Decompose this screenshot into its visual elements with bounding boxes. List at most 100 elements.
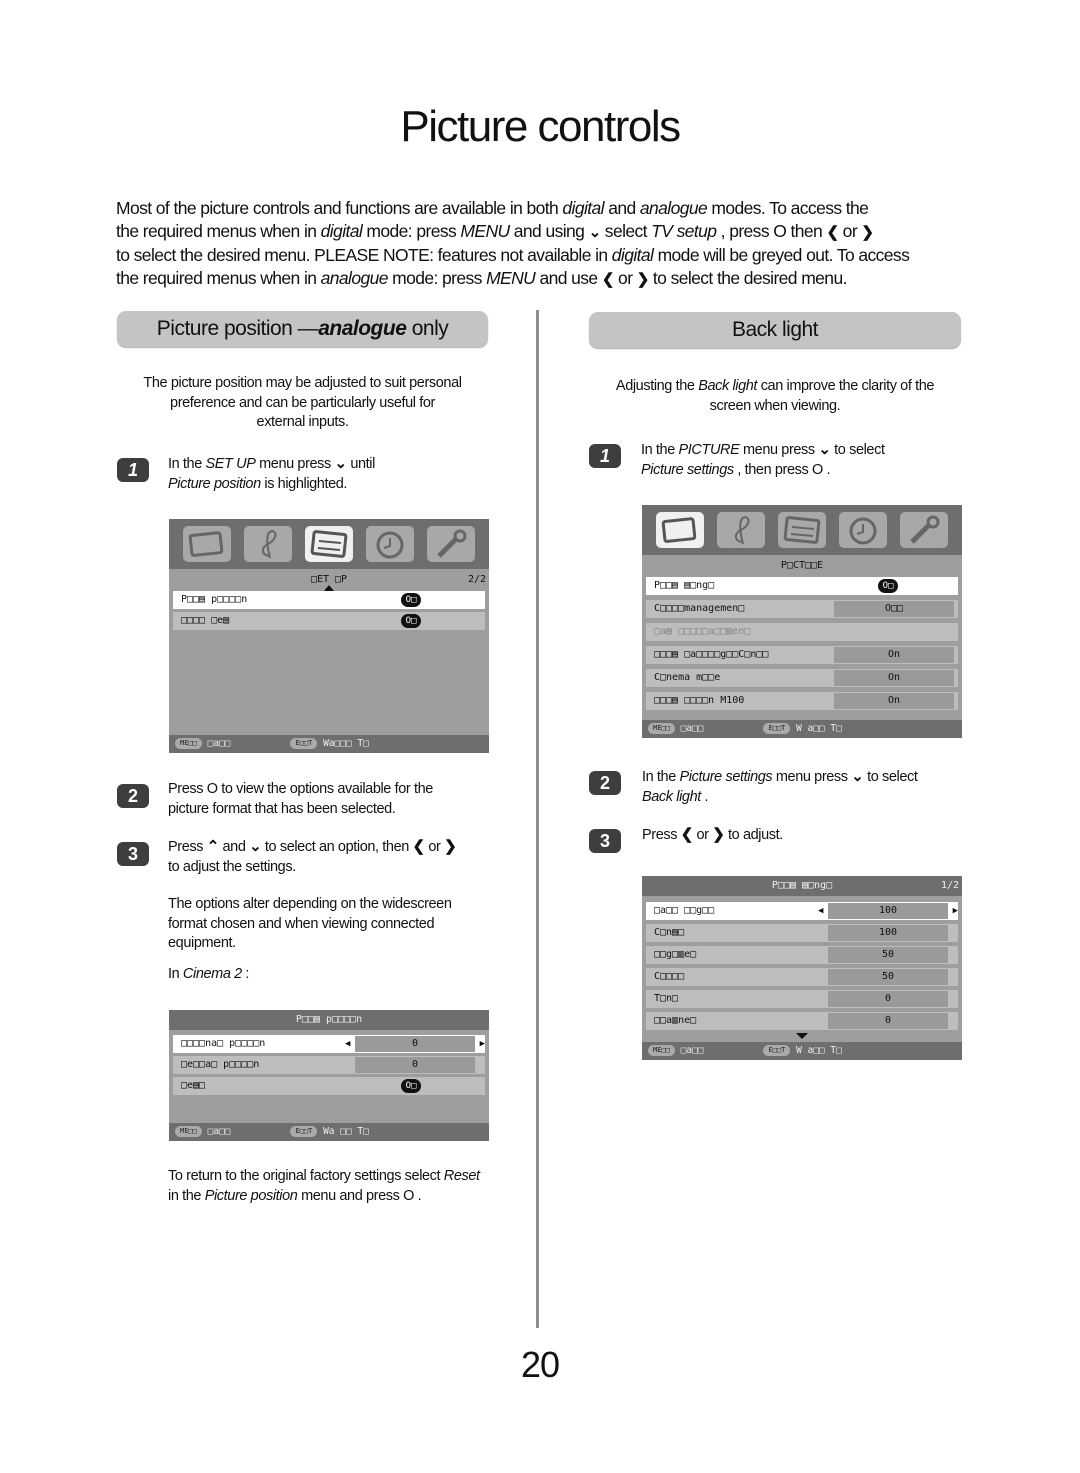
menu-row[interactable]: □□□▤ □□□□n M100 On: [646, 692, 958, 710]
picture-position-menu-screen: P□□▤ p□□□□n □□□□na□ p□□□□n ◀ 0 ▶ □e□□a□ p□□…: [169, 1010, 489, 1141]
menu-page-indicator: 2/2: [467, 574, 486, 585]
value-slider[interactable]: 50: [828, 969, 948, 985]
sound-treble-clef-icon[interactable]: [717, 512, 766, 548]
menu-row-colour[interactable]: C□□□□ 50: [646, 968, 958, 986]
menu-footer: ME□□ □a□□ E□□T Wa □□ T□: [169, 1123, 489, 1141]
left-arrow-icon: ❮: [680, 826, 694, 843]
menu-row-reset[interactable]: □e▤□ O□: [173, 1077, 485, 1095]
setup-sliders-icon[interactable]: [304, 526, 353, 562]
right-arrow-icon[interactable]: ▶: [480, 1036, 485, 1052]
settings-wrench-icon[interactable]: [426, 526, 475, 562]
menu-row-back-light[interactable]: □a□□ □□g□□ ◀ 100 ▶: [646, 902, 958, 920]
menu-footer: ME□□ □a□□ E□□T W a□□ T□: [642, 720, 962, 738]
menu-button-hint: ME□□: [648, 1045, 675, 1056]
step-2-text: In the Picture settings menu press ⌄ to …: [642, 768, 918, 805]
right-arrow-icon: ❯: [861, 224, 874, 241]
value-box[interactable]: O□□: [834, 601, 954, 617]
value-slider[interactable]: 0: [828, 991, 948, 1007]
picture-tv-icon[interactable]: [656, 512, 705, 548]
value-box[interactable]: On: [834, 670, 954, 686]
options-note: The options alter depending on the wides…: [168, 896, 452, 951]
menu-row-vertical-position[interactable]: □e□□a□ p□□□□n 0: [173, 1056, 485, 1074]
down-arrow-icon: ⌄: [818, 441, 831, 458]
section-heading-picture-position: Picture position —analogue only: [117, 311, 488, 347]
menu-row-cinema-mode[interactable]: C□nema m□□e On: [646, 669, 958, 687]
picture-tv-icon[interactable]: [183, 526, 232, 562]
reset-instructions: To return to the original factory settin…: [168, 1168, 480, 1204]
exit-button-hint: E□□T: [763, 1045, 791, 1056]
menu-icon-bar: [642, 505, 962, 555]
menu-row[interactable]: □□□▤ □a□□□□g□□C□n□□ On: [646, 646, 958, 664]
menu-button-hint: ME□□: [175, 738, 202, 749]
menu-page-indicator: 1/2: [940, 880, 959, 891]
down-arrow-icon: ⌄: [588, 224, 602, 241]
menu-title: P□□▤ ▤□ng□ 1/2: [642, 876, 962, 896]
right-arrow-icon: ❯: [636, 271, 650, 288]
menu-row-horizontal-position[interactable]: □□□□na□ p□□□□n ◀ 0 ▶: [173, 1035, 485, 1053]
enter-pill: O□: [878, 579, 898, 593]
back-light-slider[interactable]: ◀ 100 ▶: [818, 903, 958, 919]
step-badge-1: 1: [589, 444, 621, 468]
left-arrow-icon: ❮: [412, 838, 426, 855]
menu-row-disabled: □a▤ □□□□□a□□▥en□: [646, 623, 958, 641]
menu-row-picture-settings[interactable]: P□□▤ ▤□ng□ O□: [646, 577, 958, 595]
exit-button-hint: E□□T: [763, 723, 791, 734]
right-arrow-icon[interactable]: ▶: [953, 903, 958, 919]
value-slider[interactable]: 0: [828, 1013, 948, 1029]
left-arrow-icon[interactable]: ◀: [818, 903, 823, 919]
step-badge-2: 2: [117, 784, 149, 808]
value-slider[interactable]: 50: [828, 947, 948, 963]
step-1-text: In the PICTURE menu press ⌄ to select Pi…: [641, 441, 885, 478]
left-arrow-icon: ❮: [826, 224, 839, 241]
left-arrow-icon: ❮: [601, 271, 615, 288]
down-arrow-icon: ⌄: [334, 455, 348, 472]
menu-row[interactable]: □□□□ □e▤ O□: [173, 612, 485, 630]
exit-button-hint: E□□T: [290, 738, 318, 749]
up-arrow-icon: ⌃: [206, 838, 220, 855]
step-1-text: In the SET UP menu press ⌄ until Picture…: [168, 455, 375, 492]
setup-menu-screen: □ET □P 2/2 P□□▤ p□□□□n O□ □□□□ □e▤ O□ ME□□ …: [169, 519, 489, 753]
picture-position-description: The picture position may be adjusted to …: [143, 375, 462, 430]
value-slider[interactable]: 100: [828, 925, 948, 941]
menu-row-contrast[interactable]: C□n▤□ 100: [646, 924, 958, 942]
right-arrow-icon: ❯: [712, 826, 725, 843]
menu-title: P□□▤ p□□□□n: [169, 1010, 489, 1030]
timer-clock-icon[interactable]: [838, 512, 887, 548]
right-arrow-icon: ❯: [444, 838, 457, 855]
down-arrow-icon: ⌄: [851, 768, 864, 785]
step-badge-2: 2: [589, 771, 621, 795]
step-2-text: Press O to view the options available fo…: [168, 781, 433, 817]
value-slider[interactable]: 0: [355, 1057, 475, 1073]
picture-settings-menu-screen: P□□▤ ▤□ng□ 1/2 □a□□ □□g□□ ◀ 100 ▶ C□n▤□ 100 □…: [642, 876, 962, 1060]
timer-clock-icon[interactable]: [365, 526, 414, 562]
menu-row-picture-position[interactable]: P□□▤ p□□□□n O□: [173, 591, 485, 609]
menu-footer: ME□□ □a□□ E□□T W a□□ T□: [642, 1042, 962, 1060]
page-number: 20: [520, 1344, 560, 1385]
menu-row[interactable]: C□□□□managemen□ O□□: [646, 600, 958, 618]
back-light-description: Adjusting the Back light can improve the…: [615, 378, 935, 414]
exit-button-hint: E□□T: [290, 1126, 318, 1137]
enter-pill: O□: [401, 593, 421, 607]
column-divider: [536, 310, 539, 1328]
menu-row-tint[interactable]: T□n□ 0: [646, 990, 958, 1008]
settings-wrench-icon[interactable]: [899, 512, 948, 548]
section-heading-back-light: Back light: [589, 312, 961, 348]
value-box[interactable]: On: [834, 693, 954, 709]
down-arrow-icon: ⌄: [249, 838, 262, 855]
value-slider[interactable]: ◀ 0 ▶: [345, 1036, 485, 1052]
step-badge-3: 3: [589, 829, 621, 853]
menu-row-sharpness[interactable]: □□a▥ne□ 0: [646, 1012, 958, 1030]
menu-row-brightness[interactable]: □□g□▥e□ 50: [646, 946, 958, 964]
scroll-down-icon: [796, 1033, 808, 1039]
step-badge-1: 1: [117, 458, 149, 482]
picture-menu-screen: P□CT□□E P□□▤ ▤□ng□ O□ C□□□□managemen□ O□□ …: [642, 505, 962, 738]
enter-pill: O□: [401, 1079, 421, 1093]
left-arrow-icon[interactable]: ◀: [345, 1036, 350, 1052]
menu-button-hint: ME□□: [175, 1126, 202, 1137]
menu-button-hint: ME□□: [648, 723, 675, 734]
setup-sliders-icon[interactable]: [777, 512, 826, 548]
sound-treble-clef-icon[interactable]: [244, 526, 293, 562]
value-box[interactable]: On: [834, 647, 954, 663]
step-badge-3: 3: [117, 842, 149, 866]
menu-title: □ET □P 2/2: [169, 569, 489, 591]
